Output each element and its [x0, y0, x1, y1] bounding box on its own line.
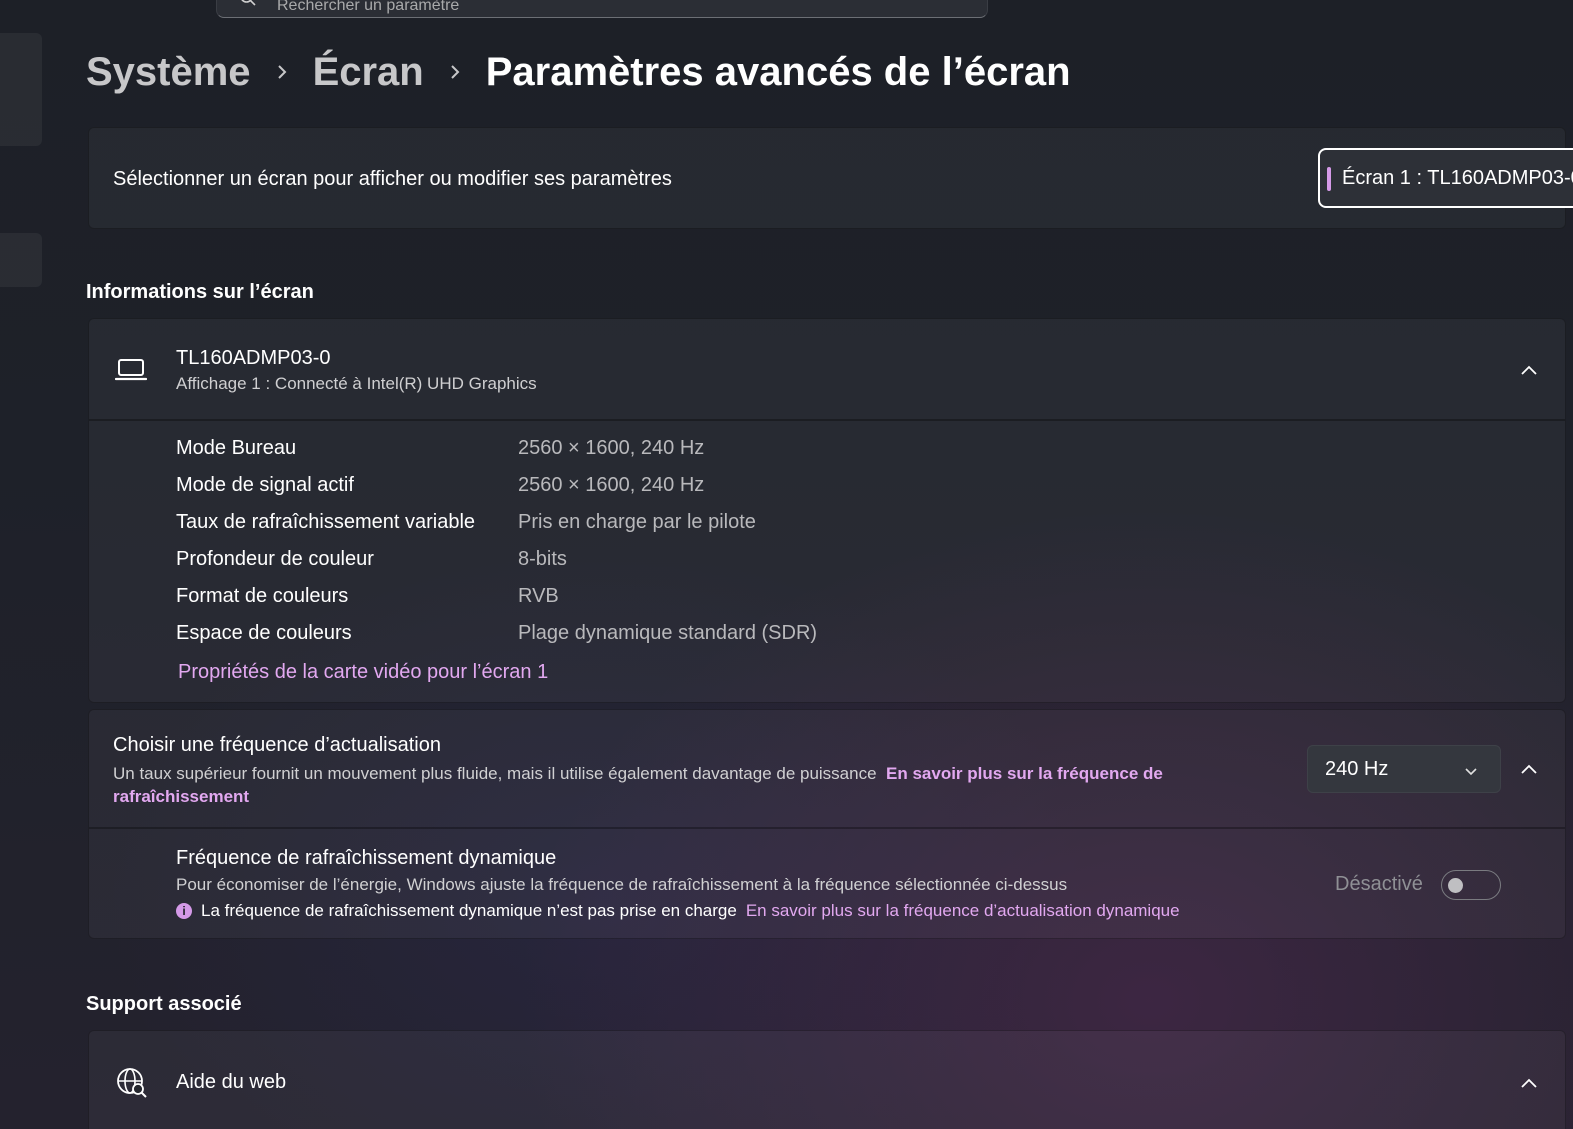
web-help-card[interactable]: Aide du web — [88, 1030, 1566, 1129]
display-dropdown-value: Écran 1 : TL160ADMP03-0 — [1342, 166, 1573, 189]
display-name: TL160ADMP03-0 — [176, 347, 331, 369]
refresh-rate-description-text: Un taux supérieur fournit un mouvement p… — [113, 764, 877, 783]
chevron-down-icon — [1464, 760, 1478, 783]
refresh-rate-title: Choisir une fréquence d’actualisation — [113, 734, 441, 756]
section-title-related: Support associé — [86, 993, 242, 1015]
dynamic-refresh-title: Fréquence de rafraîchissement dynamique — [176, 847, 557, 869]
display-select-label: Sélectionner un écran pour afficher ou m… — [113, 168, 672, 190]
property-key: Espace de couleurs — [176, 622, 352, 644]
property-key: Profondeur de couleur — [176, 548, 374, 570]
selection-accent — [1327, 167, 1331, 191]
nav-item-stub[interactable] — [0, 33, 42, 146]
property-key: Mode Bureau — [176, 437, 297, 459]
refresh-rate-value: 240 Hz — [1325, 757, 1389, 780]
breadcrumb: Système Écran Paramètres avancés de l’éc… — [86, 44, 1071, 100]
divider — [89, 827, 1565, 829]
display-info-card: TL160ADMP03-0 Affichage 1 : Connecté à I… — [88, 318, 1566, 703]
display-dropdown[interactable]: Écran 1 : TL160ADMP03-0 — [1318, 148, 1573, 208]
adapter-properties-link[interactable]: Propriétés de la carte vidéo pour l’écra… — [178, 661, 548, 684]
toggle-state-label: Désactivé — [1335, 873, 1423, 895]
dynamic-refresh-note-text: La fréquence de rafraîchissement dynamiq… — [201, 901, 737, 920]
toggle-knob — [1448, 878, 1463, 893]
dynamic-refresh-learn-more-link[interactable]: En savoir plus sur la fréquence d’actual… — [746, 901, 1180, 921]
property-key: Format de couleurs — [176, 585, 349, 607]
chevron-right-icon — [424, 63, 486, 81]
property-value: Pris en charge par le pilote — [518, 511, 756, 533]
chevron-up-icon[interactable] — [1517, 1071, 1541, 1095]
property-value: 2560 × 1600, 240 Hz — [518, 474, 705, 496]
refresh-rate-card: Choisir une fréquence d’actualisation Un… — [88, 709, 1566, 939]
property-value: 2560 × 1600, 240 Hz — [518, 437, 705, 459]
search-box[interactable]: Rechercher un paramètre — [216, 0, 988, 18]
nav-item-stub[interactable] — [0, 233, 42, 287]
property-key: Mode de signal actif — [176, 474, 354, 496]
chevron-up-icon[interactable] — [1517, 757, 1541, 781]
property-value: RVB — [518, 585, 559, 607]
dynamic-refresh-note: i La fréquence de rafraîchissement dynam… — [176, 901, 1180, 921]
chevron-up-icon[interactable] — [1517, 358, 1541, 382]
search-placeholder: Rechercher un paramètre — [277, 0, 460, 14]
chevron-right-icon — [251, 63, 313, 81]
search-icon — [239, 0, 257, 7]
breadcrumb-item-display[interactable]: Écran — [313, 50, 424, 95]
dynamic-refresh-toggle[interactable] — [1441, 870, 1501, 900]
globe-search-icon — [115, 1066, 149, 1105]
display-subtitle: Affichage 1 : Connecté à Intel(R) UHD Gr… — [176, 374, 537, 393]
display-select-card: Sélectionner un écran pour afficher ou m… — [88, 127, 1573, 229]
web-help-label: Aide du web — [176, 1071, 287, 1093]
property-value: Plage dynamique standard (SDR) — [518, 622, 818, 644]
display-info-header[interactable]: TL160ADMP03-0 Affichage 1 : Connecté à I… — [89, 319, 1565, 420]
info-icon: i — [176, 903, 192, 919]
divider — [89, 419, 1565, 421]
dynamic-refresh-description: Pour économiser de l’énergie, Windows aj… — [176, 875, 1068, 894]
property-key: Taux de rafraîchissement variable — [176, 511, 476, 533]
page-title: Paramètres avancés de l’écran — [485, 49, 1071, 94]
refresh-rate-dropdown[interactable]: 240 Hz — [1307, 745, 1501, 793]
breadcrumb-item-system[interactable]: Système — [86, 50, 251, 95]
laptop-icon — [114, 357, 148, 388]
refresh-rate-description: Un taux supérieur fournit un mouvement p… — [113, 762, 1263, 808]
property-value: 8-bits — [518, 548, 567, 570]
section-title-display-info: Informations sur l’écran — [86, 281, 314, 303]
